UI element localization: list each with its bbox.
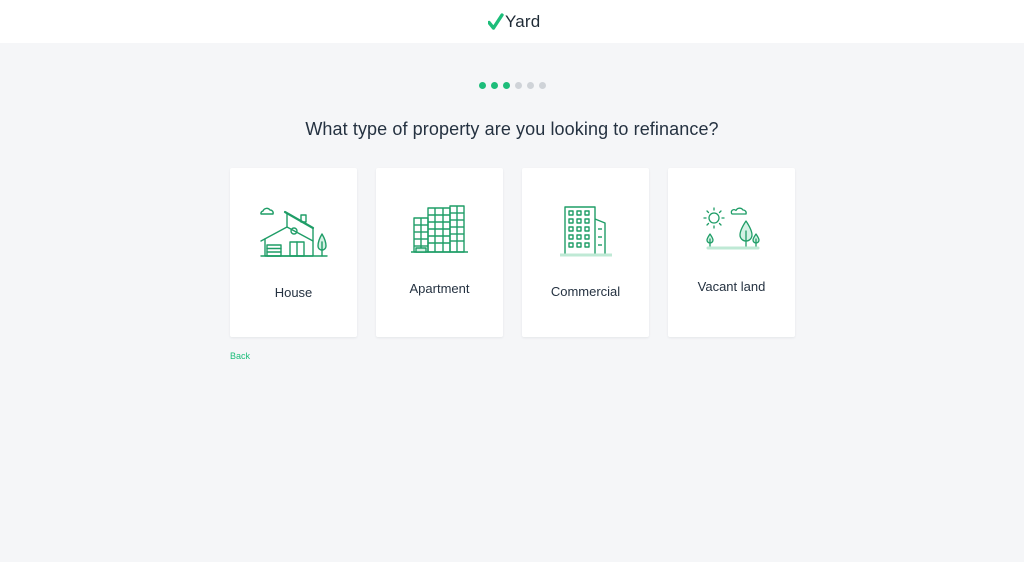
brand-name: Yard [505, 12, 541, 31]
checkmark-logo-icon [488, 13, 504, 30]
option-label-vacant-land: Vacant land [697, 279, 766, 294]
option-card-vacant-land[interactable]: Vacant land [668, 168, 795, 337]
option-label-house: House [274, 285, 313, 300]
progress-dot [515, 82, 522, 89]
property-type-options: House Apartment Commercial Vacant land [230, 168, 795, 337]
option-card-house[interactable]: House [230, 168, 357, 337]
vacant-land-icon [702, 207, 760, 250]
commercial-building-icon [559, 206, 612, 257]
progress-dot [527, 82, 534, 89]
option-label-commercial: Commercial [550, 284, 621, 299]
progress-indicator [479, 82, 546, 89]
back-link[interactable]: Back [230, 351, 250, 361]
yard-logo[interactable]: Yard [488, 11, 540, 33]
option-label-apartment: Apartment [409, 281, 470, 296]
option-card-apartment[interactable]: Apartment [376, 168, 503, 337]
progress-dot [503, 82, 510, 89]
progress-dot [491, 82, 498, 89]
house-icon [259, 207, 328, 257]
apartment-building-icon [410, 205, 468, 253]
question-heading: What type of property are you looking to… [305, 119, 719, 139]
option-card-commercial[interactable]: Commercial [522, 168, 649, 337]
progress-dot [539, 82, 546, 89]
progress-dot [479, 82, 486, 89]
top-bar: Yard [0, 0, 1024, 43]
